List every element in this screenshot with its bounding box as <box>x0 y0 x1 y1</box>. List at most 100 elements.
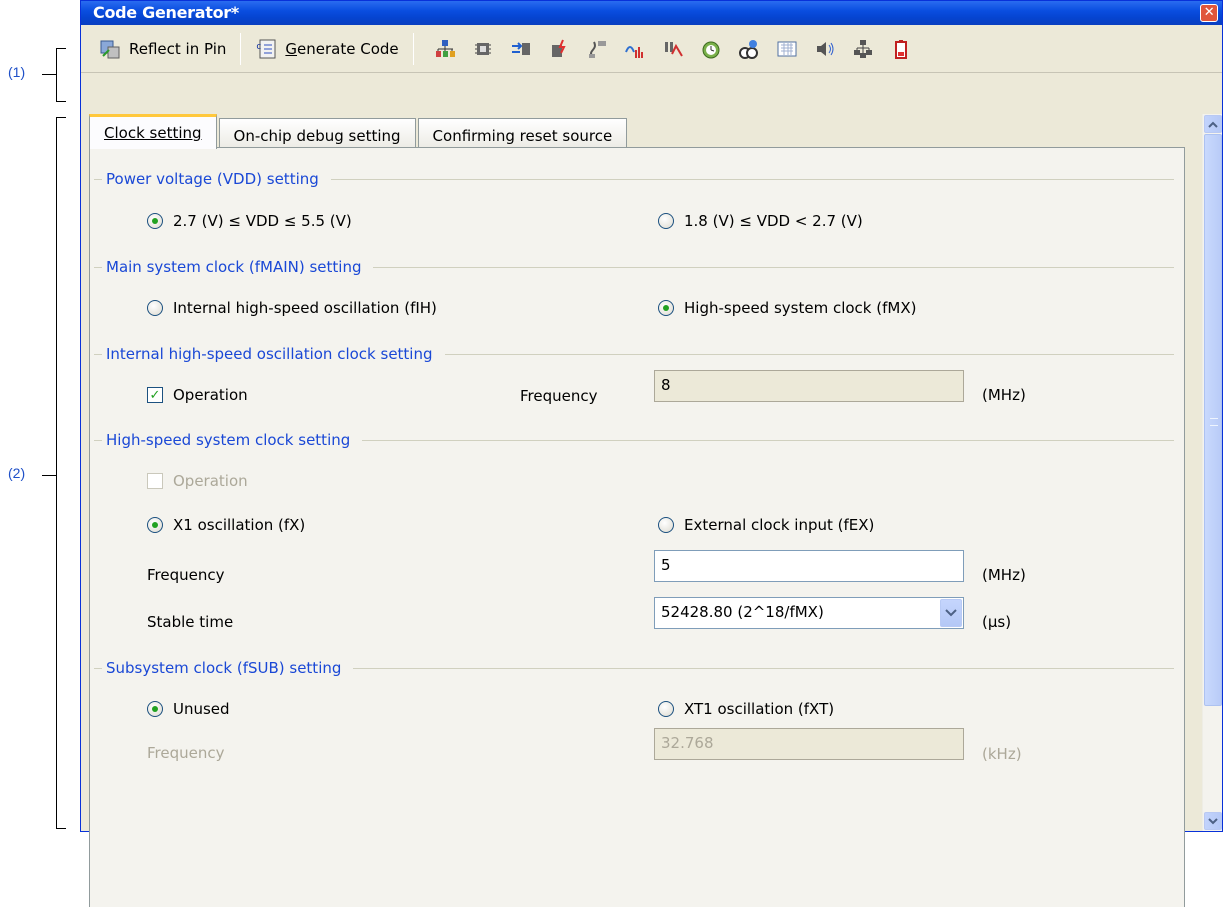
subsystem-group: Subsystem clock (fSUB) setting <box>94 659 1174 677</box>
fex-option[interactable]: External clock input (fEX) <box>658 516 874 534</box>
unused-option[interactable]: Unused <box>147 700 230 718</box>
chevron-down-icon[interactable] <box>940 599 962 627</box>
power-voltage-title: Power voltage (VDD) setting <box>106 170 319 188</box>
stable-time-select[interactable]: 52428.80 (2^18/fMX) <box>654 597 964 629</box>
internal-frequency-label: Frequency <box>520 387 598 405</box>
stable-time-unit: (µs) <box>982 613 1012 631</box>
vertical-scrollbar[interactable] <box>1202 114 1222 831</box>
ad-converter-icon[interactable] <box>623 38 647 60</box>
vdd-low-label: 1.8 (V) ≤ VDD < 2.7 (V) <box>684 212 863 230</box>
generate-code-icon: c <box>255 38 277 60</box>
xt1-label: XT1 oscillation (fXT) <box>684 700 835 718</box>
callout-1: (1) <box>8 64 26 80</box>
vdd-option-high[interactable]: 2.7 (V) ≤ VDD ≤ 5.5 (V) <box>147 212 352 230</box>
tab-bar: Clock setting On-chip debug setting Conf… <box>89 114 629 149</box>
unused-label: Unused <box>173 700 230 718</box>
vdd-high-label: 2.7 (V) ≤ VDD ≤ 5.5 (V) <box>173 212 352 230</box>
highspeed-frequency-unit: (MHz) <box>982 566 1026 584</box>
reflect-pin-icon <box>99 38 121 60</box>
peripheral-icons <box>426 38 920 60</box>
subsystem-frequency-field[interactable]: 32.768 <box>654 728 964 760</box>
serial-icon[interactable] <box>585 38 609 60</box>
internal-osc-title: Internal high-speed oscillation clock se… <box>106 345 433 363</box>
toolbar-separator-2 <box>412 32 414 65</box>
callout-2-line <box>42 475 56 476</box>
internal-operation[interactable]: ✓ Operation <box>147 386 248 404</box>
unused-radio[interactable] <box>147 701 163 717</box>
high-speed-title: High-speed system clock setting <box>106 431 351 449</box>
battery-icon[interactable] <box>889 38 913 60</box>
window-title: Code Generator* <box>93 3 239 22</box>
reflect-in-pin-label: Reflect in Pin <box>129 39 227 58</box>
fih-radio[interactable] <box>147 300 163 316</box>
highspeed-operation-label: Operation <box>173 472 248 490</box>
vdd-low-radio[interactable] <box>658 213 674 229</box>
tab-on-chip-debug-setting[interactable]: On-chip debug setting <box>218 118 416 148</box>
fex-label: External clock input (fEX) <box>684 516 875 534</box>
callout-1-line <box>42 74 56 75</box>
tab-clock-setting[interactable]: Clock setting <box>89 114 217 149</box>
subsystem-title: Subsystem clock (fSUB) setting <box>106 659 342 677</box>
toolbar: Reflect in Pin c Generate Code <box>81 25 1222 73</box>
fih-label: Internal high-speed oscillation (fIH) <box>173 299 437 317</box>
highspeed-frequency-label: Frequency <box>147 566 225 584</box>
chip-icon[interactable] <box>471 38 495 60</box>
highspeed-frequency-field[interactable]: 5 <box>654 550 964 582</box>
clock-output-icon[interactable] <box>737 38 761 60</box>
network-icon[interactable] <box>851 38 875 60</box>
internal-frequency-unit: (MHz) <box>982 386 1026 404</box>
fmx-label: High-speed system clock (fMX) <box>684 299 917 317</box>
xt1-option[interactable]: XT1 oscillation (fXT) <box>658 700 834 718</box>
tab-confirming-reset-source[interactable]: Confirming reset source <box>417 118 628 148</box>
scroll-up-button[interactable] <box>1204 115 1222 133</box>
highspeed-operation-checkbox[interactable] <box>147 473 163 489</box>
watchdog-icon[interactable] <box>699 38 723 60</box>
generate-code-button[interactable]: c Generate Code <box>247 32 406 66</box>
main-clock-group: Main system clock (fMAIN) setting <box>94 258 1174 276</box>
svg-text:c: c <box>256 42 261 52</box>
callout-2-bracket <box>56 117 66 829</box>
xt1-radio[interactable] <box>658 701 674 717</box>
subsystem-frequency-unit: (kHz) <box>982 745 1022 763</box>
fmx-radio[interactable] <box>658 300 674 316</box>
scroll-down-button[interactable] <box>1204 812 1222 830</box>
display-icon[interactable] <box>775 38 799 60</box>
stable-time-value: 52428.80 (2^18/fMX) <box>661 603 824 621</box>
vdd-high-radio[interactable] <box>147 213 163 229</box>
code-generator-window: Code Generator* ✕ Reflect in Pin c Gener… <box>80 0 1223 907</box>
fmx-option[interactable]: High-speed system clock (fMX) <box>658 299 916 317</box>
high-speed-group: High-speed system clock setting <box>94 431 1174 449</box>
internal-frequency-field[interactable]: 8 <box>654 370 964 402</box>
interrupt-icon[interactable] <box>547 38 571 60</box>
buzzer-icon[interactable] <box>813 38 837 60</box>
stable-time-label: Stable time <box>147 613 234 631</box>
close-button[interactable]: ✕ <box>1200 4 1218 22</box>
main-clock-title: Main system clock (fMAIN) setting <box>106 258 362 276</box>
title-bar: Code Generator* ✕ <box>81 1 1222 25</box>
callout-1-bracket <box>56 48 66 102</box>
internal-operation-label: Operation <box>173 386 248 404</box>
callout-2: (2) <box>8 465 26 481</box>
internal-operation-checkbox[interactable]: ✓ <box>147 387 163 403</box>
clock-setting-panel: Power voltage (VDD) setting 2.7 (V) ≤ VD… <box>89 147 1185 907</box>
generate-code-label-rest: enerate Code <box>297 39 399 58</box>
timer-icon[interactable] <box>661 38 685 60</box>
pin-config-icon[interactable] <box>433 38 457 60</box>
subsystem-frequency-label: Frequency <box>147 744 225 762</box>
x1-radio[interactable] <box>147 517 163 533</box>
power-voltage-group: Power voltage (VDD) setting <box>94 170 1174 188</box>
reflect-in-pin-button[interactable]: Reflect in Pin <box>91 32 234 66</box>
fex-radio[interactable] <box>658 517 674 533</box>
fih-option[interactable]: Internal high-speed oscillation (fIH) <box>147 299 437 317</box>
toolbar-separator <box>240 32 242 65</box>
x1-option[interactable]: X1 oscillation (fX) <box>147 516 305 534</box>
scroll-thumb[interactable] <box>1204 134 1222 706</box>
generate-code-label: Generate Code <box>285 39 399 58</box>
x1-label: X1 oscillation (fX) <box>173 516 306 534</box>
internal-frequency-label-row: Frequency <box>520 387 598 405</box>
port-icon[interactable] <box>509 38 533 60</box>
vdd-option-low[interactable]: 1.8 (V) ≤ VDD < 2.7 (V) <box>658 212 863 230</box>
content-area: Clock setting On-chip debug setting Conf… <box>81 75 1222 907</box>
internal-osc-group: Internal high-speed oscillation clock se… <box>94 345 1174 363</box>
highspeed-operation: Operation <box>147 472 248 490</box>
